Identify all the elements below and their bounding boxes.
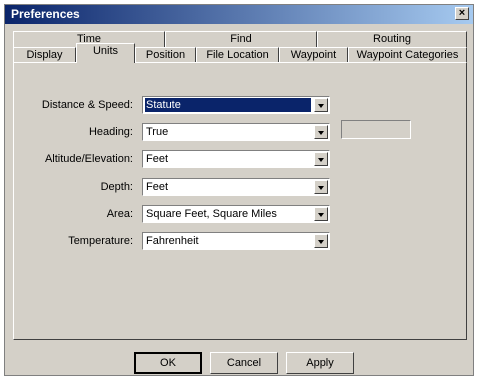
chevron-down-icon[interactable] <box>314 207 328 221</box>
area-select[interactable]: Square Feet, Square Miles <box>142 205 330 223</box>
tab-units[interactable]: Units <box>76 43 135 63</box>
heading-offset-field <box>341 120 411 139</box>
close-button[interactable]: × <box>455 7 469 20</box>
cancel-button[interactable]: Cancel <box>210 352 278 374</box>
depth-value: Feet <box>146 181 169 193</box>
ok-button[interactable]: OK <box>134 352 202 374</box>
heading-label: Heading: <box>88 126 133 138</box>
depth-select[interactable]: Feet <box>142 178 330 196</box>
temperature-value: Fahrenheit <box>146 235 199 247</box>
title-bar[interactable]: Preferences × <box>5 5 473 24</box>
temperature-label: Temperature: <box>68 235 133 247</box>
altitude-elevation-select[interactable]: Feet <box>142 150 330 168</box>
distance-speed-label: Distance & Speed: <box>41 99 133 111</box>
tab-find[interactable]: Find <box>165 31 317 48</box>
distance-speed-select[interactable]: Statute <box>142 96 330 114</box>
chevron-down-icon[interactable] <box>314 98 328 112</box>
heading-value: True <box>146 126 169 138</box>
altitude-elevation-value: Feet <box>146 153 169 165</box>
apply-button[interactable]: Apply <box>286 352 354 374</box>
temperature-select[interactable]: Fahrenheit <box>142 232 330 250</box>
chevron-down-icon[interactable] <box>314 152 328 166</box>
depth-label: Depth: <box>100 181 133 193</box>
altitude-elevation-label: Altitude/Elevation: <box>44 153 133 165</box>
dialog-title: Preferences <box>11 7 80 21</box>
chevron-down-icon[interactable] <box>314 234 328 248</box>
tab-routing[interactable]: Routing <box>317 31 467 48</box>
chevron-down-icon[interactable] <box>314 125 328 139</box>
distance-speed-value: Statute <box>145 98 311 112</box>
heading-select[interactable]: True <box>142 123 330 141</box>
area-value: Square Feet, Square Miles <box>146 208 277 220</box>
chevron-down-icon[interactable] <box>314 180 328 194</box>
area-label: Area: <box>106 208 133 220</box>
